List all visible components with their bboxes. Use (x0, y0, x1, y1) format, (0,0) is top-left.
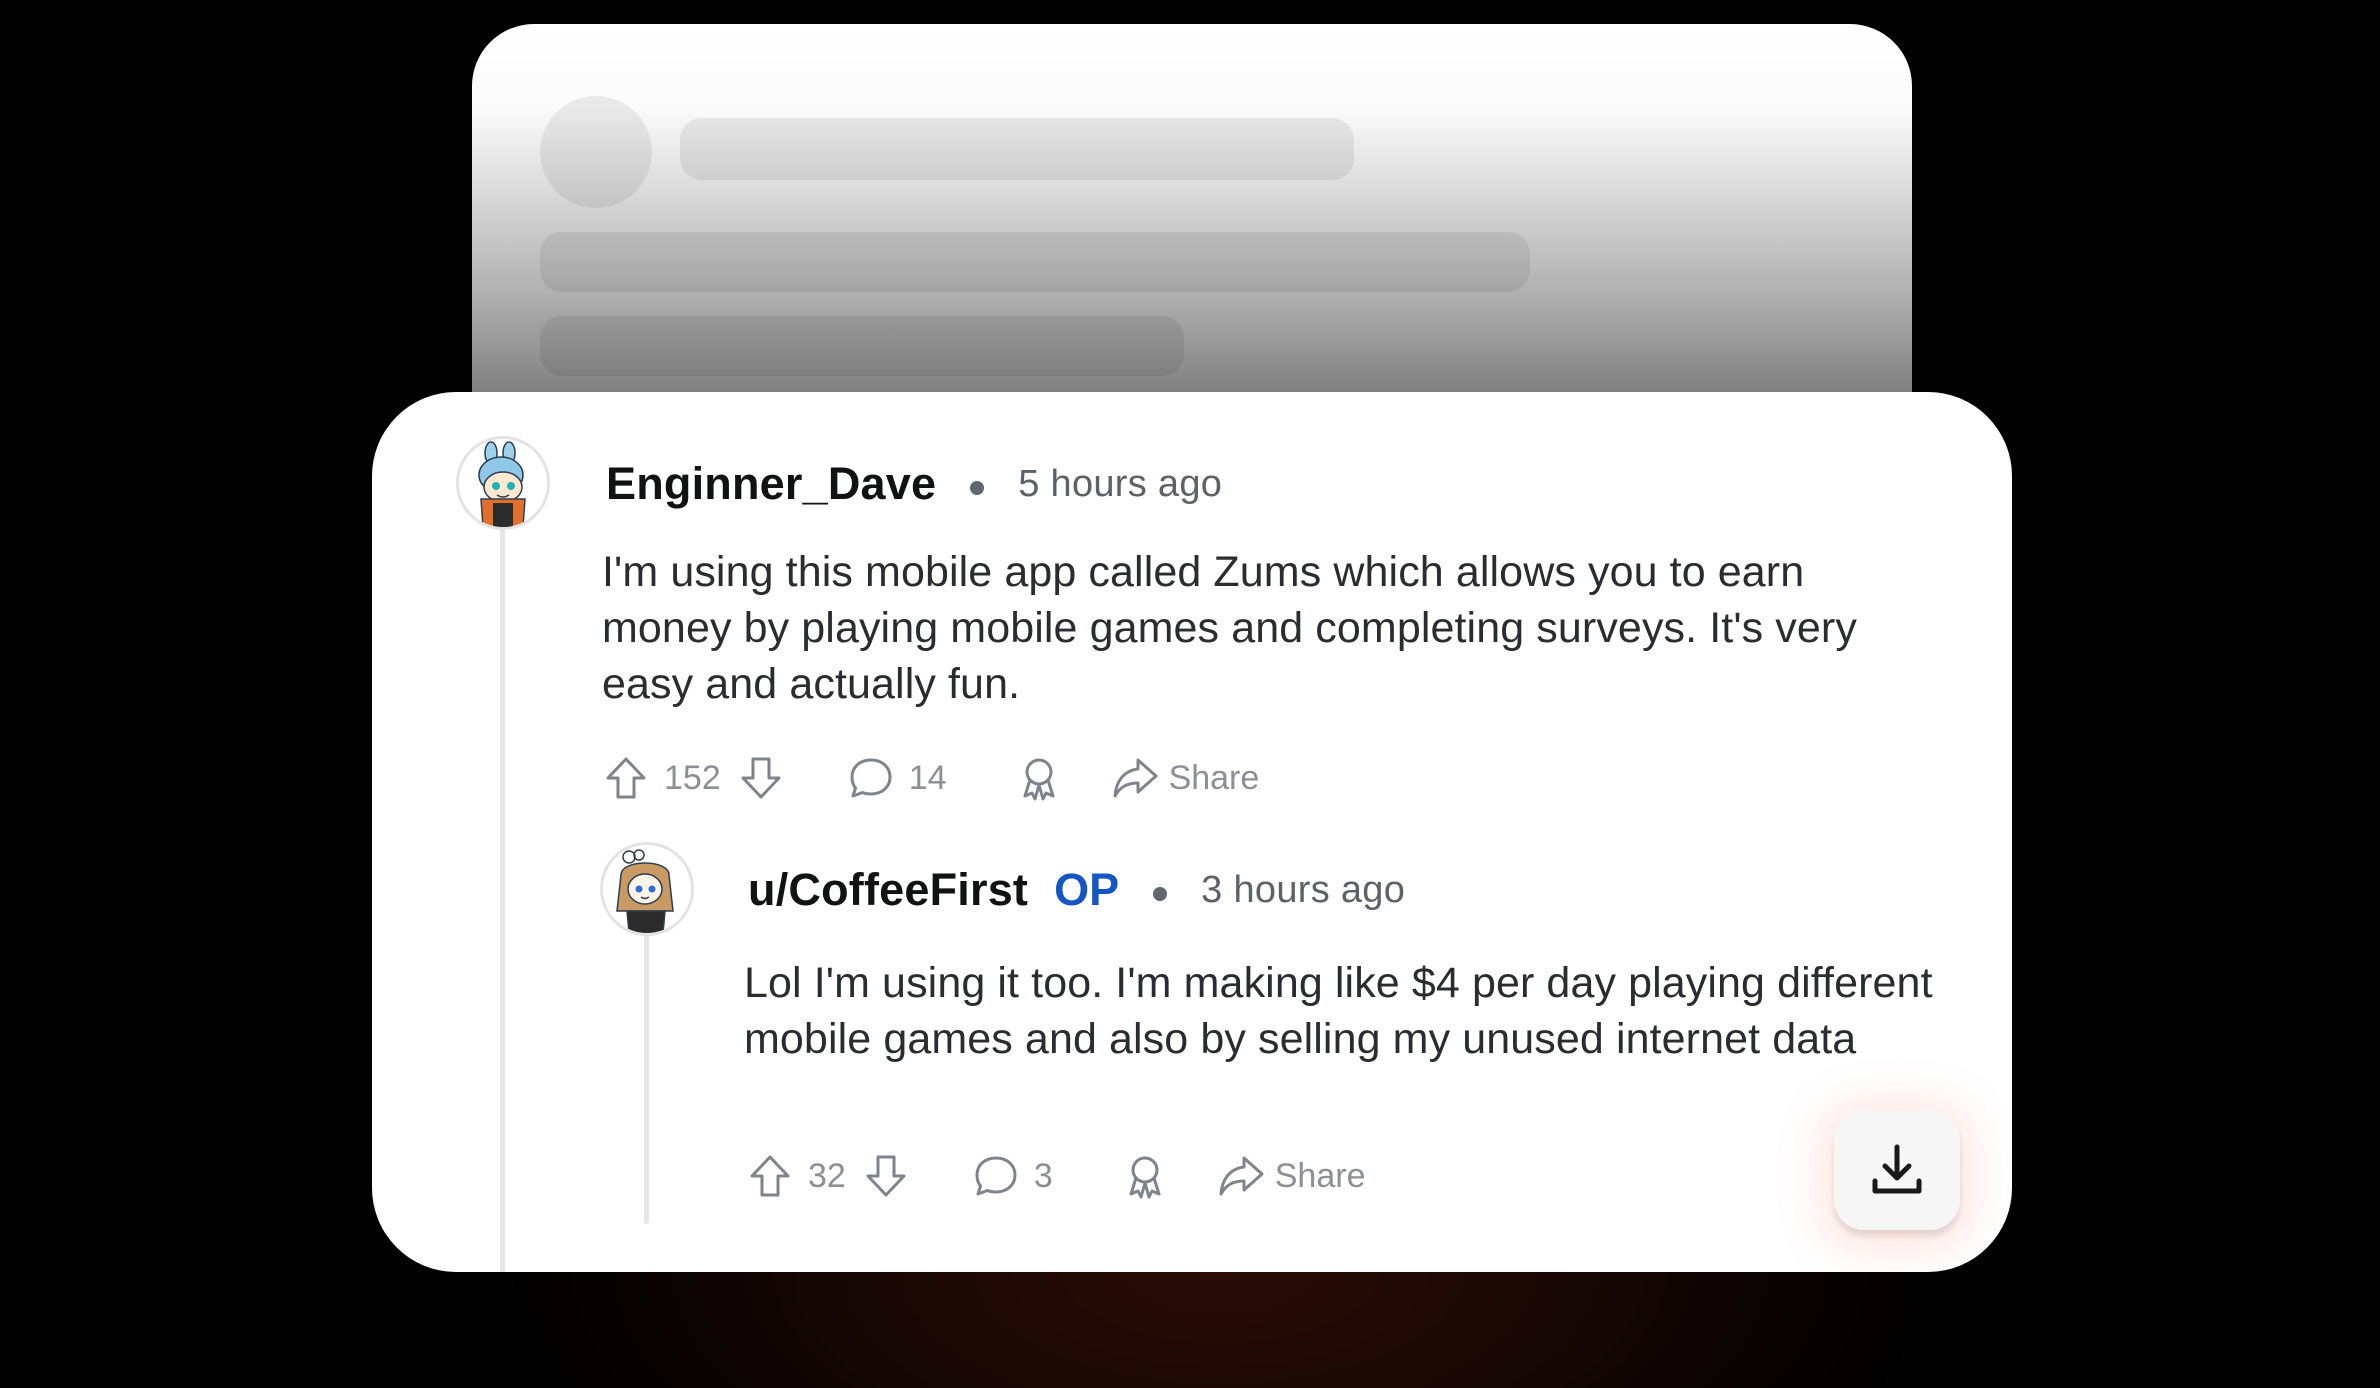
upvote-count: 32 (808, 1156, 846, 1195)
downvote-icon[interactable] (860, 1150, 912, 1202)
thread-line[interactable] (500, 528, 505, 1272)
share-label: Share (1168, 758, 1260, 797)
award-icon (1013, 752, 1065, 804)
snoo-avatar-icon (459, 439, 547, 527)
upvote-icon[interactable] (600, 752, 652, 804)
reply-count-button[interactable]: 3 (970, 1150, 1067, 1202)
share-arrow-icon (1215, 1150, 1267, 1202)
username[interactable]: u/CoffeeFirst (748, 864, 1028, 916)
avatar[interactable] (456, 436, 550, 530)
award-icon (1119, 1150, 1171, 1202)
download-icon (1872, 1144, 1922, 1194)
skeleton-line (540, 232, 1530, 292)
comment-header: Enginner_Dave 5 hours ago (606, 454, 1222, 514)
comment-header: u/CoffeeFirst OP 3 hours ago (748, 860, 1405, 920)
comment-action-bar: 152 14 Share (600, 748, 1259, 808)
snoo-avatar-icon (603, 845, 691, 933)
share-button[interactable]: Share (1109, 752, 1260, 804)
upvote-icon[interactable] (744, 1150, 796, 1202)
award-button[interactable] (1013, 752, 1065, 804)
timestamp: 5 hours ago (1018, 462, 1223, 505)
comment-body: I'm using this mobile app called Zums wh… (602, 548, 1857, 708)
download-button[interactable] (1834, 1110, 1960, 1230)
separator-dot (970, 481, 985, 495)
share-arrow-icon (1109, 752, 1161, 804)
downvote-icon[interactable] (735, 752, 787, 804)
separator-dot (1153, 887, 1168, 901)
share-button[interactable]: Share (1215, 1150, 1366, 1202)
reply-count-button[interactable]: 14 (845, 752, 961, 804)
reply-count: 3 (1033, 1156, 1053, 1195)
avatar[interactable] (600, 842, 694, 936)
timestamp: 3 hours ago (1201, 868, 1406, 911)
skeleton-avatar (540, 96, 652, 208)
comment-action-bar: 32 3 Share (744, 1146, 1365, 1206)
comment-thread-card: Enginner_Dave 5 hours ago I'm using this… (372, 392, 2012, 1272)
upvote-count: 152 (664, 758, 721, 797)
award-button[interactable] (1119, 1150, 1171, 1202)
comment-bubble-icon (970, 1150, 1022, 1202)
username[interactable]: Enginner_Dave (606, 458, 936, 510)
skeleton-line (540, 316, 1184, 376)
comment-bubble-icon (845, 752, 897, 804)
reply-count: 14 (908, 758, 947, 797)
skeleton-line (680, 118, 1354, 180)
share-label: Share (1274, 1156, 1366, 1195)
op-badge: OP (1054, 864, 1120, 915)
comment-body: Lol I'm using it too. I'm making like $4… (744, 959, 1933, 1063)
reply-thread-line[interactable] (644, 934, 649, 1224)
